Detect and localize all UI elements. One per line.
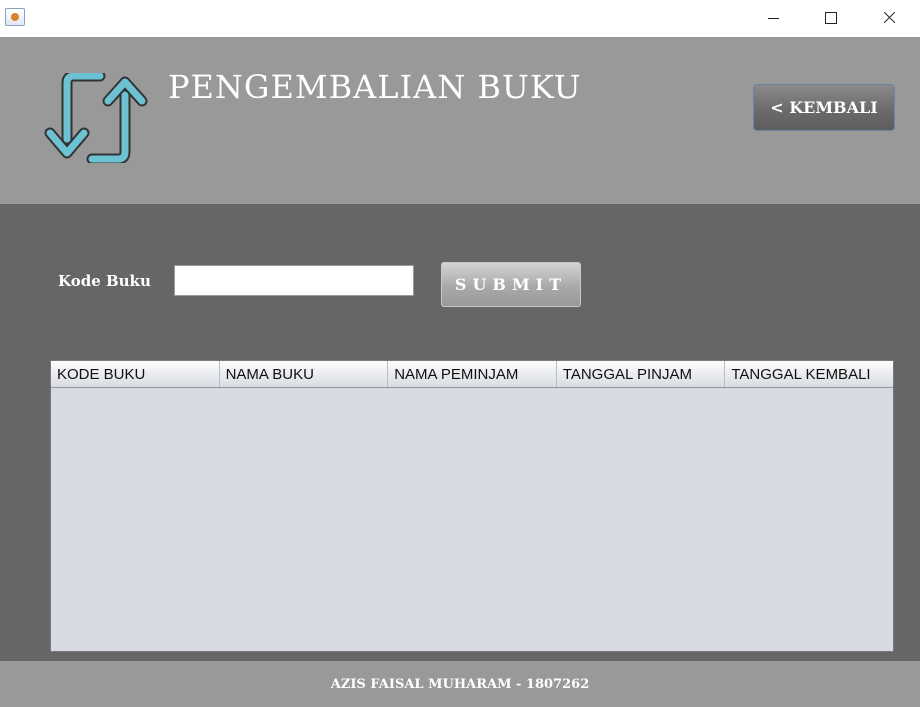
col-header-kode-buku[interactable]: KODE BUKU xyxy=(51,361,220,387)
window-titlebar xyxy=(0,0,920,37)
minimize-icon[interactable] xyxy=(745,0,803,37)
return-arrows-icon xyxy=(44,73,148,163)
close-icon[interactable] xyxy=(860,0,918,37)
java-coffee-icon xyxy=(5,8,25,26)
header-panel: PENGEMBALIAN BUKU < KEMBALI xyxy=(0,37,920,204)
page-title: PENGEMBALIAN BUKU xyxy=(168,68,582,106)
footer: AZIS FAISAL MUHARAM - 1807262 xyxy=(0,661,920,707)
kode-buku-input[interactable] xyxy=(174,265,414,296)
col-header-tanggal-pinjam[interactable]: TANGGAL PINJAM xyxy=(557,361,726,387)
pengembalian-table[interactable]: KODE BUKU NAMA BUKU NAMA PEMINJAM TANGGA… xyxy=(50,360,894,652)
main-panel: Kode Buku SUBMIT KODE BUKU NAMA BUKU NAM… xyxy=(0,204,920,661)
back-button[interactable]: < KEMBALI xyxy=(753,84,895,131)
submit-button[interactable]: SUBMIT xyxy=(441,262,581,307)
footer-credit: AZIS FAISAL MUHARAM - 1807262 xyxy=(330,676,590,692)
table-header: KODE BUKU NAMA BUKU NAMA PEMINJAM TANGGA… xyxy=(51,361,893,388)
col-header-tanggal-kembali[interactable]: TANGGAL KEMBALI xyxy=(725,361,893,387)
kode-buku-label: Kode Buku xyxy=(58,272,151,290)
col-header-nama-buku[interactable]: NAMA BUKU xyxy=(220,361,389,387)
col-header-nama-peminjam[interactable]: NAMA PEMINJAM xyxy=(388,361,557,387)
table-body[interactable] xyxy=(51,388,893,651)
maximize-icon[interactable] xyxy=(802,0,860,37)
